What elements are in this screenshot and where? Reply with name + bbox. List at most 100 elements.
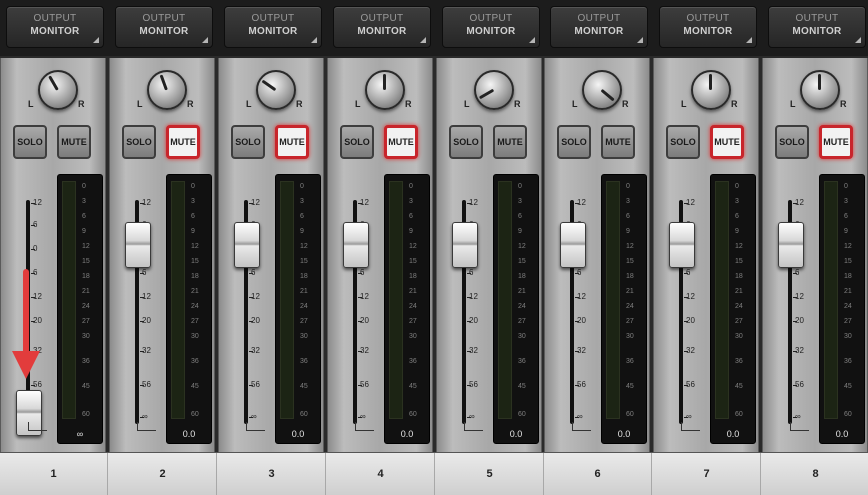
output-monitor-button-2[interactable]: OUTPUT MONITOR [115,6,213,48]
pan-knob[interactable] [38,70,78,110]
pan-knob[interactable] [582,70,622,110]
meter-scale-label: 0 [409,183,413,190]
solo-button[interactable]: SOLO [557,125,591,159]
fader-scale-label: 12 [467,292,493,301]
pan-knob[interactable] [147,70,187,110]
mute-button[interactable]: MUTE [601,125,635,159]
meter-scale-label: 6 [844,213,848,220]
meter-scale-label: 3 [191,198,195,205]
fader-scale-label: 12 [684,198,710,207]
pan-right-label: R [731,99,738,109]
fader-scale-label: 6 [467,268,493,277]
volume-fader[interactable] [669,222,695,268]
meter-bar [62,181,76,419]
meter-scale-label: 12 [409,243,417,250]
channel-number-3[interactable]: 3 [218,453,326,495]
meter-scale-label: 21 [82,288,90,295]
meter-scale-label: 6 [518,213,522,220]
monitor-label: MONITOR [248,26,298,37]
meter-scale-label: 0 [191,183,195,190]
pan-right-label: R [405,99,412,109]
meter-scale-label: 18 [409,273,417,280]
fader-scale-label: 20 [575,316,601,325]
fader-scale-label: 6 [249,268,275,277]
mute-button[interactable]: MUTE [57,125,91,159]
channel-number-5[interactable]: 5 [436,453,544,495]
fader-scale-label: 20 [140,316,166,325]
output-label: OUTPUT [686,13,730,24]
meter-scale-label: 27 [191,318,199,325]
pan-knob[interactable] [256,70,296,110]
monitor-label: MONITOR [139,26,189,37]
volume-fader[interactable] [234,222,260,268]
pan-left-label: L [572,99,578,109]
mute-button[interactable]: MUTE [275,125,309,159]
channel-strip-2: LRSOLOMUTE1260612203256∞0369121518212427… [109,58,215,452]
pan-knob[interactable] [365,70,405,110]
pan-knob[interactable] [691,70,731,110]
output-monitor-button-8[interactable]: OUTPUT MONITOR [768,6,866,48]
volume-fader[interactable] [560,222,586,268]
meter-scale-label: 18 [518,273,526,280]
pan-right-label: R [840,99,847,109]
channel-strip-5: LRSOLOMUTE1260612203256∞0369121518212427… [436,58,542,452]
level-readout: ∞ [76,429,84,439]
mute-button[interactable]: MUTE [819,125,853,159]
level-readout: 0.0 [726,429,740,439]
solo-button[interactable]: SOLO [775,125,809,159]
meter-scale-label: 6 [300,213,304,220]
meter-scale-label: 24 [82,303,90,310]
meter-bar [280,181,294,419]
output-monitor-button-6[interactable]: OUTPUT MONITOR [550,6,648,48]
meter-scale-label: 3 [844,198,848,205]
mute-button[interactable]: MUTE [493,125,527,159]
channel-number-1[interactable]: 1 [0,453,108,495]
channel-number-8[interactable]: 8 [762,453,868,495]
meter-bar [715,181,729,419]
output-label: OUTPUT [469,13,513,24]
solo-button[interactable]: SOLO [122,125,156,159]
channel-number-4[interactable]: 4 [327,453,435,495]
meter-scale-label: 60 [409,411,417,418]
solo-button[interactable]: SOLO [13,125,47,159]
meter-scale-label: 36 [191,358,199,365]
output-monitor-button-4[interactable]: OUTPUT MONITOR [333,6,431,48]
pan-knob[interactable] [800,70,840,110]
meter-scale-label: 18 [735,273,743,280]
fader-scale-label: 6 [358,268,384,277]
channel-number-6[interactable]: 6 [544,453,652,495]
fader-scale-label: 6 [575,268,601,277]
meter-scale-label: 27 [518,318,526,325]
solo-button[interactable]: SOLO [340,125,374,159]
meter-scale-label: 12 [626,243,634,250]
output-monitor-button-1[interactable]: OUTPUT MONITOR [6,6,104,48]
meter-scale-label: 12 [82,243,90,250]
level-readout: 0.0 [182,429,196,439]
meter-scale-label: 24 [191,303,199,310]
meter-scale-label: 18 [844,273,852,280]
fader-scale-label: 12 [358,292,384,301]
channel-number-2[interactable]: 2 [109,453,217,495]
volume-fader[interactable] [343,222,369,268]
channel-number-7[interactable]: 7 [653,453,761,495]
meter-scale-label: 15 [191,258,199,265]
meter-scale-label: 15 [518,258,526,265]
output-monitor-button-3[interactable]: OUTPUT MONITOR [224,6,322,48]
volume-fader[interactable] [125,222,151,268]
pan-knob[interactable] [474,70,514,110]
mute-button[interactable]: MUTE [166,125,200,159]
volume-fader[interactable] [452,222,478,268]
level-meter: 0 3 6 9 12 15 18 21 24 27 30 36 45 60 ∞ [57,174,103,444]
output-monitor-button-7[interactable]: OUTPUT MONITOR [659,6,757,48]
dropdown-corner-icon [637,37,643,43]
mute-button[interactable]: MUTE [710,125,744,159]
volume-fader[interactable] [778,222,804,268]
solo-button[interactable]: SOLO [231,125,265,159]
output-monitor-button-5[interactable]: OUTPUT MONITOR [442,6,540,48]
fader-scale-label: 12 [140,292,166,301]
fader-scale-label: 12 [793,292,819,301]
meter-scale-label: 3 [626,198,630,205]
mute-button[interactable]: MUTE [384,125,418,159]
solo-button[interactable]: SOLO [449,125,483,159]
solo-button[interactable]: SOLO [666,125,700,159]
